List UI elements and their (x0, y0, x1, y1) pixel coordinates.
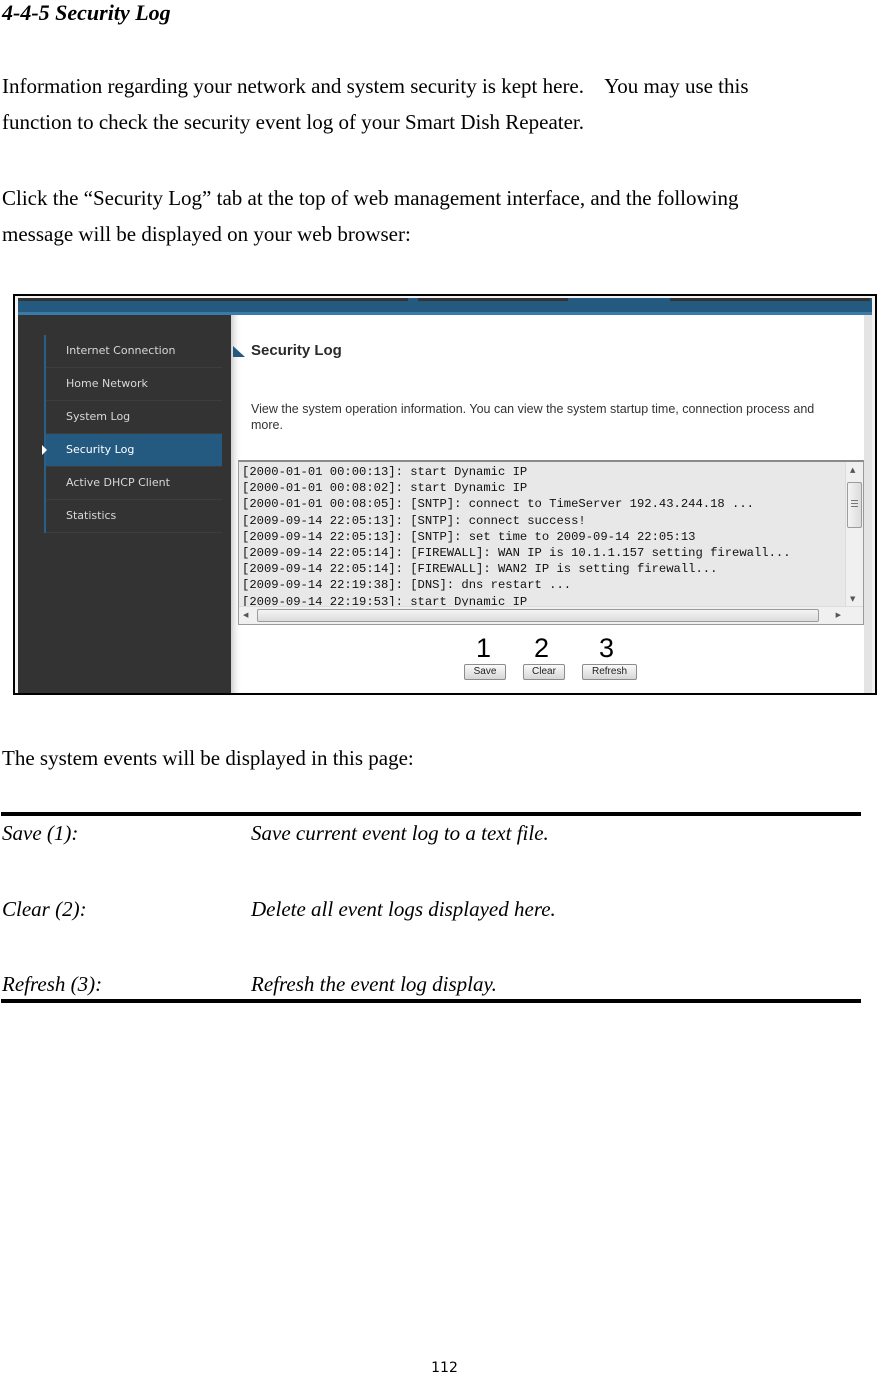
callout-2: 2 (534, 633, 550, 663)
log-line: [2009-09-14 22:05:14]: [FIREWALL]: WAN I… (242, 546, 791, 561)
sidebar-item-internet-connection[interactable]: Internet Connection (46, 335, 222, 368)
intro-line-1: Information regarding your network and s… (2, 74, 749, 98)
horizontal-scroll-thumb[interactable] (257, 609, 819, 622)
page-number: 112 (431, 1360, 458, 1376)
sidebar-item-system-log[interactable]: System Log (46, 401, 222, 434)
main-panel: Security Log View the system operation i… (231, 315, 872, 693)
callout-3: 3 (599, 633, 615, 663)
clear-button[interactable]: Clear (523, 664, 565, 680)
sidebar-item-active-dhcp-client[interactable]: Active DHCP Client (46, 467, 222, 500)
nav-tab-strip (418, 298, 568, 301)
log-line: [2009-09-14 22:05:13]: [SNTP]: connect s… (242, 513, 586, 528)
definition-label-refresh: Refresh (3): (2, 972, 103, 996)
sidebar-item-label: Internet Connection (66, 344, 176, 357)
log-line: [2009-09-14 22:19:38]: [DNS]: dns restar… (242, 578, 572, 593)
sidebar-item-home-network[interactable]: Home Network (46, 368, 222, 401)
instruction-line-2: message will be displayed on your web br… (2, 222, 411, 246)
sidebar-item-label: System Log (66, 410, 131, 423)
scroll-right-icon[interactable]: ▶ (836, 610, 841, 620)
sidebar-item-label: Active DHCP Client (66, 476, 170, 489)
table-bottom-rule (1, 999, 861, 1003)
top-nav-bar (18, 298, 872, 315)
definition-label-save: Save (1): (2, 821, 79, 845)
sidebar-item-label: Statistics (66, 509, 117, 522)
scroll-left-icon[interactable]: ◀ (243, 610, 248, 620)
active-arrow-icon (42, 445, 47, 455)
sidebar-item-label: Security Log (66, 443, 135, 456)
section-title: 4-4-5 Security Log (2, 0, 171, 25)
sidebar-menu: Internet Connection Home Network System … (42, 335, 222, 533)
definition-desc-refresh: Refresh the event log display. (251, 972, 497, 996)
heading-triangle-icon (233, 346, 245, 357)
log-line: [2000-01-01 00:00:13]: start Dynamic IP (242, 465, 528, 479)
scroll-down-icon[interactable]: ▼ (850, 594, 855, 604)
instruction-line-1: Click the “Security Log” tab at the top … (2, 186, 739, 210)
sidebar-item-security-log[interactable]: Security Log (42, 434, 222, 467)
intro-line-2: function to check the security event log… (2, 110, 585, 134)
definition-desc-clear: Delete all event logs displayed here. (251, 897, 556, 921)
intro-paragraph: Information regarding your network and s… (2, 68, 749, 140)
sidebar-item-statistics[interactable]: Statistics (46, 500, 222, 533)
sidebar: Internet Connection Home Network System … (18, 315, 231, 693)
panel-description: View the system operation information. Y… (251, 402, 815, 432)
definition-label-clear: Clear (2): (2, 897, 87, 921)
log-line: [2009-09-14 22:05:13]: [SNTP]: set time … (242, 529, 696, 544)
main-right-gutter (864, 315, 872, 693)
refresh-button[interactable]: Refresh (582, 664, 637, 680)
log-line: [2009-09-14 22:05:14]: [FIREWALL]: WAN2 … (242, 562, 718, 577)
callout-1: 1 (476, 633, 492, 663)
grip-line (851, 500, 858, 501)
save-button[interactable]: Save (464, 664, 506, 680)
vertical-scroll-thumb[interactable] (847, 482, 862, 528)
log-lines: [2000-01-01 00:00:13]: start Dynamic IP [… (242, 464, 791, 610)
vertical-scrollbar[interactable]: ▲ ▼ (845, 462, 863, 607)
grip-line (851, 506, 858, 507)
sidebar-item-label: Home Network (66, 377, 148, 390)
ui-screenshot: Internet Connection Home Network System … (13, 294, 877, 695)
nav-tab-strip (670, 298, 870, 301)
instruction-paragraph: Click the “Security Log” tab at the top … (2, 180, 739, 252)
definition-desc-save: Save current event log to a text file. (251, 821, 549, 845)
panel-heading: Security Log (251, 342, 342, 359)
scroll-up-icon[interactable]: ▲ (850, 465, 855, 475)
log-line: [2000-01-01 00:08:05]: [SNTP]: connect t… (242, 497, 754, 512)
table-top-rule (1, 812, 861, 816)
grip-line (851, 503, 858, 504)
log-line: [2000-01-01 00:08:02]: start Dynamic IP (242, 481, 528, 496)
nav-tab-strip (18, 298, 408, 301)
events-intro: The system events will be displayed in t… (2, 746, 414, 770)
horizontal-scrollbar[interactable]: ◀ ▶ (239, 606, 863, 624)
security-log-textarea[interactable]: [2000-01-01 00:00:13]: start Dynamic IP [… (238, 460, 864, 625)
